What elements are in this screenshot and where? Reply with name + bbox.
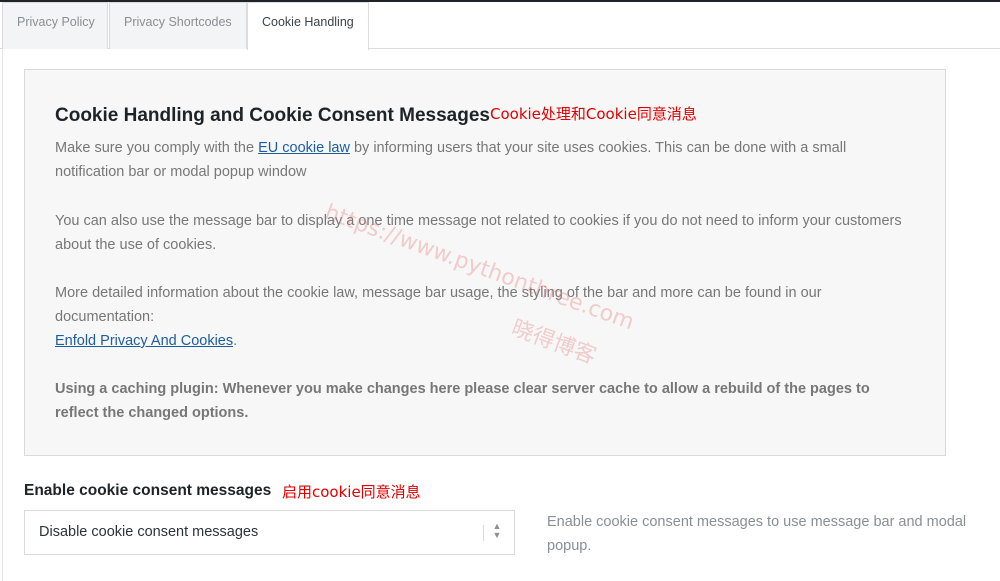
cookie-info-box: Cookie Handling and Cookie Consent Messa… <box>24 69 946 456</box>
tab-privacy-shortcodes[interactable]: Privacy Shortcodes <box>109 2 247 49</box>
enfold-privacy-link[interactable]: Enfold Privacy And Cookies <box>55 333 233 349</box>
documentation-paragraph: More detailed information about the cook… <box>55 281 915 353</box>
select-divider <box>483 525 484 541</box>
tab-cookie-handling[interactable]: Cookie Handling <box>247 2 369 50</box>
select-value: Disable cookie consent messages <box>39 524 259 540</box>
title-annotation: Cookie处理和Cookie同意消息 <box>490 105 697 123</box>
message-bar-paragraph: You can also use the message bar to disp… <box>55 213 902 253</box>
caching-notice: Using a caching plugin: Whenever you mak… <box>55 381 870 421</box>
documentation-period: . <box>233 333 238 349</box>
tab-privacy-policy[interactable]: Privacy Policy <box>2 2 108 49</box>
eu-cookie-law-link[interactable]: EU cookie law <box>258 140 350 156</box>
option-annotation: 启用cookie同意消息 <box>282 483 421 501</box>
option-description: Enable cookie consent messages to use me… <box>547 514 967 554</box>
tab-bar: Privacy Policy Privacy Shortcodes Cookie… <box>0 0 1000 50</box>
cookie-consent-select[interactable]: Disable cookie consent messages ▲ ▼ <box>24 510 515 555</box>
select-arrows-icon: ▲ ▼ <box>492 521 502 540</box>
intro-text-before: Make sure you comply with the <box>55 140 259 156</box>
option-label: Enable cookie consent messages <box>24 482 272 499</box>
intro-paragraph: Make sure you comply with the EU cookie … <box>55 136 915 184</box>
section-title: Cookie Handling and Cookie Consent Messa… <box>55 105 490 126</box>
content-left-border <box>2 49 3 581</box>
documentation-text: More detailed information about the cook… <box>55 285 822 325</box>
